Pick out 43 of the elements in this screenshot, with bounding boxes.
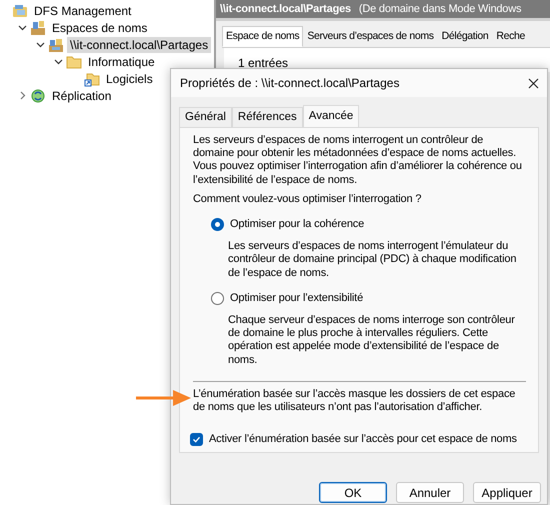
radio-button[interactable] bbox=[211, 292, 224, 305]
dialog-title: Propriétés de : \\it-connect.local\Partages bbox=[180, 75, 400, 92]
chevron-down-icon[interactable] bbox=[54, 57, 63, 66]
chevron-right-icon[interactable] bbox=[18, 91, 27, 100]
close-icon[interactable] bbox=[528, 78, 539, 88]
content-tab[interactable]: Serveurs d’espaces de noms bbox=[303, 26, 438, 47]
chevron-down-icon[interactable] bbox=[18, 23, 27, 32]
tree-item[interactable]: Espaces de noms bbox=[49, 20, 150, 36]
dialog-button[interactable]: Annuler bbox=[396, 482, 464, 503]
abe-description: L’énumération basée sur l’accès masque les dossiers de cet espace de noms que les utilisateurs n’ont pas l’autorisation d’afficher. bbox=[193, 388, 516, 414]
content-tab[interactable]: Reche bbox=[492, 26, 529, 47]
dialog-tab[interactable]: Général bbox=[179, 107, 232, 127]
management-console-icon bbox=[12, 2, 28, 18]
content-tab[interactable]: Délégation bbox=[438, 26, 492, 47]
tree-item[interactable]: \\it-connect.local\Partages bbox=[67, 36, 212, 52]
checkbox-label[interactable]: Activer l’énumération basée sur l’accès pour cet espace de noms bbox=[209, 433, 517, 446]
content-title: \\it-connect.local\Partages bbox=[220, 2, 351, 17]
chevron-down-icon[interactable] bbox=[36, 40, 45, 49]
tree-item[interactable]: Logiciels bbox=[103, 70, 156, 86]
content-subtitle: (De domaine dans Mode Windows bbox=[358, 2, 522, 17]
checkbox[interactable] bbox=[190, 433, 203, 446]
namespace-group-icon bbox=[30, 20, 46, 36]
entry-count: 1 entrées bbox=[238, 56, 288, 70]
option-label[interactable]: Optimiser pour la cohérence bbox=[230, 218, 364, 232]
namespace-icon bbox=[48, 36, 64, 52]
checkmark-icon bbox=[192, 435, 201, 444]
intro-text: Les serveurs d’espaces de noms interrogent un contrôleur de domaine pour obtenir les métadonnées d’espace de noms actuelles. Vous pouvez optimiser l’interrogation afin d’améliorer la cohérence ou l’extensibilité de l’espace de noms. bbox=[193, 134, 523, 187]
question-text: Comment voulez-vous optimiser l’interrogation ? bbox=[193, 192, 422, 206]
dialog-button[interactable]: OK bbox=[319, 482, 387, 503]
option-label[interactable]: Optimiser pour l’extensibilité bbox=[230, 292, 364, 306]
radio-button[interactable] bbox=[211, 218, 224, 232]
replication-icon bbox=[30, 88, 46, 104]
tree-item[interactable]: DFS Management bbox=[31, 2, 134, 18]
option-description: Les serveurs d’espaces de noms interrogent l’émulateur du contrôleur de domaine principal (PDC) à chaque modification de l’espace de noms. bbox=[228, 240, 518, 280]
content-tab[interactable]: Espace de noms bbox=[222, 26, 304, 47]
pointer-arrow bbox=[136, 389, 191, 407]
option-description: Chaque serveur d’espaces de noms interroge son contrôleur de domaine le plus proche à intervalles réguliers. Cette opération est appelée mode d’extensibilité de l’espace de noms. bbox=[228, 314, 516, 367]
tree-item[interactable]: Réplication bbox=[49, 88, 114, 104]
dialog-tab[interactable]: Références bbox=[232, 107, 303, 127]
folder-shortcut-icon bbox=[84, 70, 100, 86]
dialog-button[interactable]: Appliquer bbox=[473, 482, 541, 503]
dialog-tab[interactable]: Avancée bbox=[302, 105, 360, 127]
tree-item[interactable]: Informatique bbox=[85, 54, 158, 70]
